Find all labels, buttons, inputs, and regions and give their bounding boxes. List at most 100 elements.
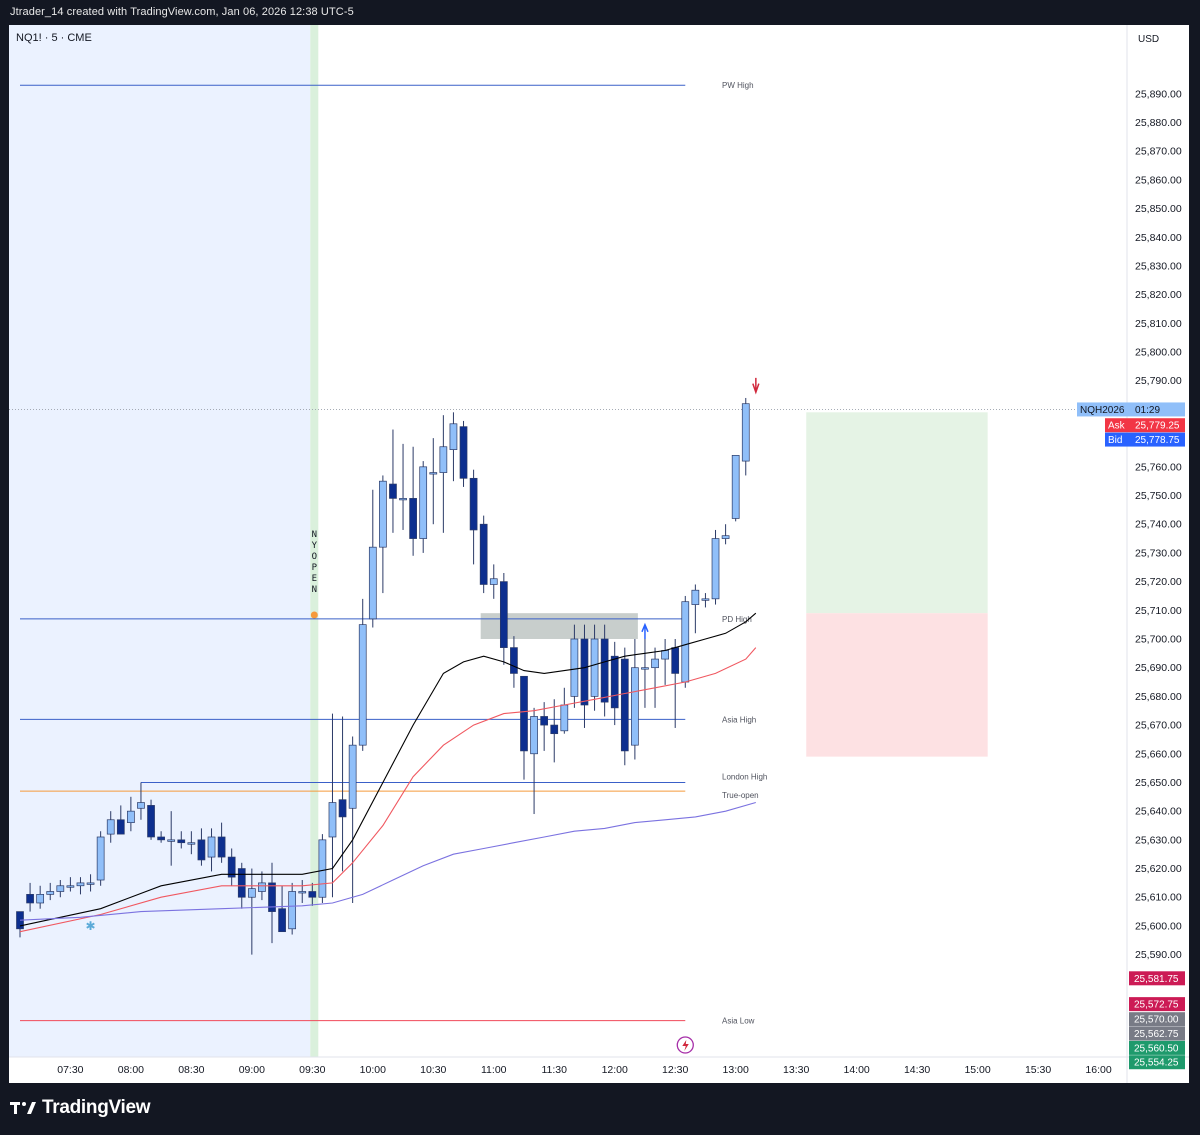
tradingview-logo[interactable]: TradingView xyxy=(10,1097,151,1119)
candle-body xyxy=(207,836,216,858)
price-tick-label: 25,840.00 xyxy=(1135,232,1182,244)
price-tag-value: 25,778.75 xyxy=(1135,435,1180,446)
price-tick-label: 25,640.00 xyxy=(1135,806,1182,818)
chart-panel[interactable]: N Y O P E N PW High PD High Asia High London High… xyxy=(9,25,1189,1083)
candle-body xyxy=(298,891,307,894)
price-tick-label: 25,730.00 xyxy=(1135,547,1182,559)
candle-body xyxy=(620,658,629,752)
price-tick-label: 25,870.00 xyxy=(1135,146,1182,158)
price-tick-label: 25,890.00 xyxy=(1135,88,1182,100)
candle-body xyxy=(167,839,176,842)
side-price-tag-value: 25,581.75 xyxy=(1134,974,1179,985)
price-tick-label: 25,700.00 xyxy=(1135,633,1182,645)
candle-body xyxy=(419,466,428,539)
currency-label: USD xyxy=(1138,34,1159,45)
candle-body xyxy=(389,483,397,499)
candle-body xyxy=(641,667,649,670)
time-tick-label: 14:30 xyxy=(904,1064,930,1076)
sell-arrow-icon xyxy=(752,377,760,395)
candle-body xyxy=(288,891,297,930)
candle-body xyxy=(46,891,55,895)
time-tick-label: 11:00 xyxy=(481,1064,507,1076)
price-tick-label: 25,670.00 xyxy=(1135,720,1182,732)
side-price-tag-value: 25,560.50 xyxy=(1134,1043,1179,1054)
candle-body xyxy=(116,819,125,835)
ny-open-label-char: E xyxy=(312,574,317,584)
time-tick-label: 07:30 xyxy=(57,1064,83,1076)
candle-body xyxy=(137,802,145,809)
candle-body xyxy=(550,724,559,735)
candle-body xyxy=(651,658,659,669)
signal-marker-icon: ✱ xyxy=(86,919,96,933)
ny-open-label-char: N xyxy=(312,585,317,595)
price-tag-value: 01:29 xyxy=(1135,405,1160,416)
tradingview-logo-icon xyxy=(10,1102,36,1114)
candle-body xyxy=(147,805,155,838)
candle-body xyxy=(510,647,518,674)
time-tick-label: 12:00 xyxy=(602,1064,628,1076)
candle-body xyxy=(540,716,549,726)
ny-open-label-char: Y xyxy=(312,541,318,551)
level-label: PD High xyxy=(722,615,752,624)
candle-body xyxy=(409,498,417,539)
candle-body xyxy=(127,810,135,823)
price-tick-label: 25,610.00 xyxy=(1135,892,1182,904)
candlestick-chart[interactable]: NYOPENPW HighPD HighAsia HighLondon High… xyxy=(9,25,1189,1083)
price-tick-label: 25,810.00 xyxy=(1135,318,1182,330)
level-label: True-open xyxy=(722,791,759,800)
price-tick-label: 25,720.00 xyxy=(1135,576,1182,588)
time-tick-label: 09:00 xyxy=(239,1064,265,1076)
price-tick-label: 25,750.00 xyxy=(1135,490,1182,502)
candle-body xyxy=(469,477,478,531)
candle-body xyxy=(681,601,690,683)
candle-body xyxy=(429,472,438,475)
price-tick-label: 25,690.00 xyxy=(1135,662,1182,674)
price-tick-label: 25,860.00 xyxy=(1135,174,1182,186)
time-tick-label: 11:30 xyxy=(541,1064,567,1076)
price-tag-label: NQH2026 xyxy=(1080,405,1125,416)
candle-body xyxy=(348,744,357,809)
candle-body xyxy=(187,842,196,845)
candle-body xyxy=(590,638,599,697)
side-price-tag-value: 25,572.75 xyxy=(1134,1000,1179,1011)
candle-body xyxy=(157,836,165,841)
candle-body xyxy=(379,480,387,548)
side-price-tag-value: 25,562.75 xyxy=(1134,1029,1179,1040)
price-tick-label: 25,710.00 xyxy=(1135,605,1182,617)
candle-body xyxy=(560,704,569,732)
candle-body xyxy=(600,638,609,703)
price-tick-label: 25,790.00 xyxy=(1135,375,1182,387)
time-tick-label: 08:00 xyxy=(118,1064,144,1076)
price-tick-label: 25,620.00 xyxy=(1135,863,1182,875)
pre-market-shading xyxy=(9,25,311,1057)
candle-body xyxy=(520,675,528,752)
price-tag-label: Ask xyxy=(1108,421,1126,432)
price-tick-label: 25,680.00 xyxy=(1135,691,1182,703)
price-tick-label: 25,650.00 xyxy=(1135,777,1182,789)
candle-body xyxy=(691,589,700,605)
candle-body xyxy=(358,624,367,746)
candle-body xyxy=(177,839,186,844)
candle-body xyxy=(258,882,266,892)
candle-body xyxy=(217,836,226,858)
candle-body xyxy=(711,538,720,600)
buy-arrow-icon xyxy=(641,622,649,639)
price-tick-label: 25,850.00 xyxy=(1135,203,1182,215)
candle-body xyxy=(328,802,337,838)
price-tick-label: 25,630.00 xyxy=(1135,834,1182,846)
candle-body xyxy=(36,894,45,904)
fire-icon xyxy=(310,611,318,619)
candle-body xyxy=(479,523,488,585)
tradingview-logo-text: TradingView xyxy=(42,1097,151,1118)
price-tag-value: 25,779.25 xyxy=(1135,421,1180,432)
candle-body xyxy=(76,882,85,887)
candle-body xyxy=(439,446,448,473)
candle-body xyxy=(661,650,669,660)
price-tick-label: 25,600.00 xyxy=(1135,920,1182,932)
price-tick-label: 25,660.00 xyxy=(1135,748,1182,760)
stop-zone xyxy=(806,613,988,757)
candle-body xyxy=(449,423,458,450)
candle-body xyxy=(721,535,730,539)
time-tick-label: 15:00 xyxy=(964,1064,990,1076)
candle-body xyxy=(26,894,34,904)
